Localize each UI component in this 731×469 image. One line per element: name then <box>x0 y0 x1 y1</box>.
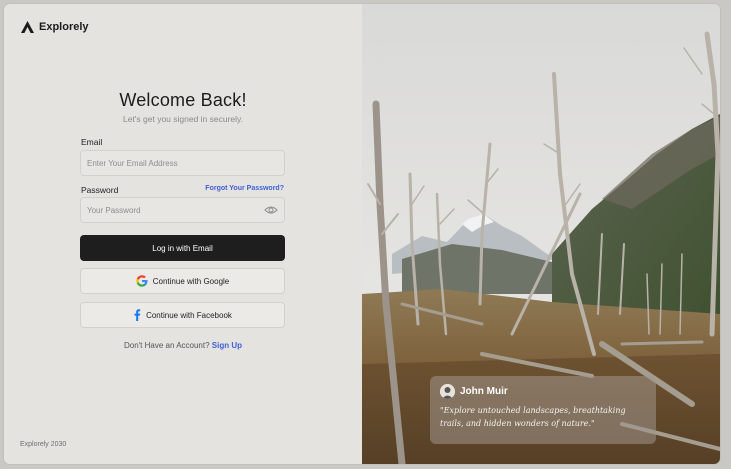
email-field[interactable] <box>87 158 278 168</box>
email-field-container <box>80 150 285 176</box>
eye-icon[interactable] <box>264 205 278 215</box>
hero-image-panel: John Muir "Explore untouched landscapes,… <box>362 4 720 464</box>
brand-logo-icon <box>21 21 34 33</box>
password-label: Password <box>81 185 119 195</box>
brand-name: Explorely <box>39 21 89 33</box>
login-window: Explorely Welcome Back! Let's get you si… <box>4 4 720 464</box>
facebook-login-label: Continue with Facebook <box>146 310 232 320</box>
facebook-icon <box>134 309 141 321</box>
google-icon <box>136 275 148 287</box>
forgot-password-link[interactable]: Forgot Your Password? <box>205 185 284 192</box>
email-label: Email <box>81 137 103 147</box>
brand: Explorely <box>20 20 89 34</box>
signup-link[interactable]: Sign Up <box>212 341 242 350</box>
quote-card: John Muir "Explore untouched landscapes,… <box>430 376 656 444</box>
page-title: Welcome Back! <box>119 90 247 110</box>
google-login-label: Continue with Google <box>152 276 230 286</box>
password-field[interactable] <box>87 205 264 215</box>
facebook-login-button[interactable]: Continue with Facebook <box>80 302 285 328</box>
quote-author: John Muir <box>460 386 508 397</box>
password-field-container <box>80 197 285 223</box>
person-avatar-icon <box>440 384 455 399</box>
author-avatar <box>440 384 455 399</box>
signup-row: Don't Have an Account? Sign Up <box>4 341 362 350</box>
google-login-button[interactable]: Continue with Google <box>80 268 285 294</box>
quote-header: John Muir <box>440 384 646 399</box>
login-panel: Explorely Welcome Back! Let's get you si… <box>4 4 362 464</box>
login-email-button-label: Log in with Email <box>152 243 213 253</box>
footer-copyright: Explorely 2030 <box>20 441 67 448</box>
login-email-button[interactable]: Log in with Email <box>80 235 285 261</box>
no-account-text: Don't Have an Account? <box>123 341 210 350</box>
page-subtitle: Let's get you signed in securely. <box>122 114 244 124</box>
quote-text: "Explore untouched landscapes, breathtak… <box>440 406 626 428</box>
